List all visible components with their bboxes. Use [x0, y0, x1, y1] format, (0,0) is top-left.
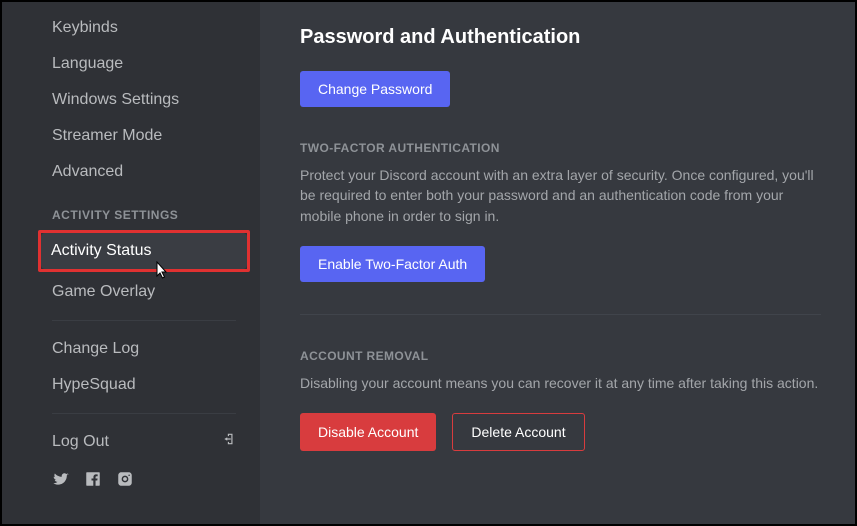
twitter-icon[interactable]: [52, 470, 70, 493]
sidebar-item-advanced[interactable]: Advanced: [42, 154, 246, 190]
two-factor-description: Protect your Discord account with an ext…: [300, 165, 821, 226]
enable-two-factor-button[interactable]: Enable Two-Factor Auth: [300, 246, 485, 282]
sidebar-item-label: Log Out: [52, 432, 109, 452]
sidebar-item-streamer-mode[interactable]: Streamer Mode: [42, 118, 246, 154]
sidebar-item-label: Language: [52, 54, 123, 74]
sidebar-item-label: Windows Settings: [52, 90, 179, 110]
settings-sidebar: Keybinds Language Windows Settings Strea…: [2, 2, 260, 524]
sidebar-item-label: Keybinds: [52, 18, 118, 38]
sidebar-item-log-out[interactable]: Log Out: [42, 424, 246, 460]
sidebar-item-change-log[interactable]: Change Log: [42, 331, 246, 367]
account-removal-description: Disabling your account means you can rec…: [300, 373, 821, 393]
sidebar-item-activity-status[interactable]: Activity Status: [41, 233, 247, 269]
sidebar-item-game-overlay[interactable]: Game Overlay: [42, 274, 246, 310]
account-removal-header: ACCOUNT REMOVAL: [300, 349, 821, 363]
disable-account-button[interactable]: Disable Account: [300, 413, 436, 451]
highlight-activity-status: Activity Status: [38, 230, 250, 272]
page-title: Password and Authentication: [300, 26, 821, 49]
sidebar-item-label: HypeSquad: [52, 375, 136, 395]
two-factor-header: TWO-FACTOR AUTHENTICATION: [300, 141, 821, 155]
sidebar-divider: [52, 413, 236, 414]
facebook-icon[interactable]: [84, 470, 102, 493]
main-content: Password and Authentication Change Passw…: [260, 2, 855, 524]
section-divider: [300, 314, 821, 315]
sidebar-item-label: Advanced: [52, 162, 123, 182]
social-links-row: [42, 460, 246, 497]
logout-icon: [222, 432, 236, 452]
sidebar-item-label: Streamer Mode: [52, 126, 162, 146]
sidebar-divider: [52, 320, 236, 321]
sidebar-item-hypesquad[interactable]: HypeSquad: [42, 367, 246, 403]
sidebar-item-keybinds[interactable]: Keybinds: [42, 10, 246, 46]
delete-account-button[interactable]: Delete Account: [452, 413, 584, 451]
change-password-button[interactable]: Change Password: [300, 71, 450, 107]
sidebar-item-label: Change Log: [52, 339, 139, 359]
sidebar-header-activity: ACTIVITY SETTINGS: [42, 190, 246, 228]
instagram-icon[interactable]: [116, 470, 134, 493]
sidebar-item-label: Game Overlay: [52, 282, 155, 302]
sidebar-item-language[interactable]: Language: [42, 46, 246, 82]
sidebar-item-label: Activity Status: [51, 241, 151, 261]
sidebar-item-windows-settings[interactable]: Windows Settings: [42, 82, 246, 118]
